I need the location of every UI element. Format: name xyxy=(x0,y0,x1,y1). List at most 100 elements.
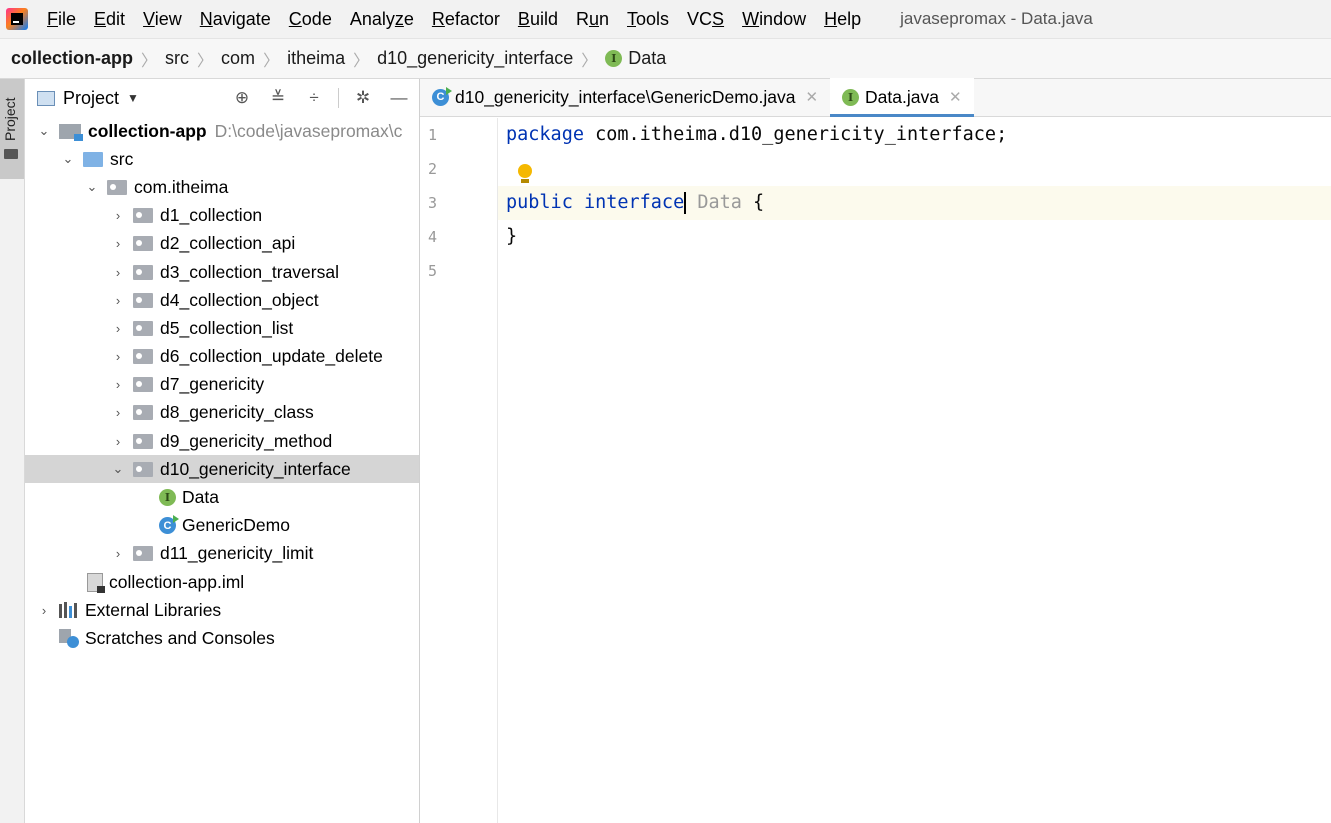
tree-item-folder[interactable]: › d6_collection_update_delete xyxy=(25,343,419,371)
project-tool-window-button[interactable]: Project xyxy=(0,79,24,179)
tree-item-folder-selected[interactable]: ⌄ d10_genericity_interface xyxy=(25,455,419,484)
close-icon[interactable]: ✕ xyxy=(949,88,962,106)
tree-item-file-genericdemo[interactable]: C GenericDemo xyxy=(25,512,419,540)
breadcrumb-item-data[interactable]: Data xyxy=(628,48,666,69)
locate-file-icon[interactable]: ⊕ xyxy=(230,86,254,110)
menu-bar: File Edit View Navigate Code Analyze Ref… xyxy=(0,0,1331,38)
line-number-gutter: 1 2 3 4 5 xyxy=(420,118,498,823)
code-line-current[interactable]: public interface Data { xyxy=(498,186,1331,220)
breadcrumb-item-itheima[interactable]: itheima xyxy=(287,48,345,69)
chevron-right-icon[interactable]: › xyxy=(111,349,125,364)
project-tree: ⌄ collection-app D:\code\javasepromax\c … xyxy=(25,117,419,653)
intellij-logo-icon xyxy=(6,8,28,30)
chevron-right-icon[interactable]: › xyxy=(111,405,125,420)
chevron-right-icon[interactable]: › xyxy=(111,434,125,449)
tree-item-folder[interactable]: › d11_genericity_limit xyxy=(25,540,419,568)
line-number: 5 xyxy=(428,262,438,280)
chevron-right-icon[interactable]: › xyxy=(111,208,125,223)
breadcrumb-separator-icon: 〉 xyxy=(263,52,280,70)
chevron-right-icon[interactable]: › xyxy=(37,603,51,618)
breadcrumb-item-com[interactable]: com xyxy=(221,48,255,69)
package-icon xyxy=(133,349,153,365)
hide-panel-icon[interactable]: — xyxy=(387,86,411,110)
code-line[interactable] xyxy=(498,152,1331,186)
package-icon xyxy=(133,405,153,421)
menu-run[interactable]: Run xyxy=(567,0,618,38)
close-icon[interactable]: ✕ xyxy=(805,88,818,106)
tree-item-external-libraries[interactable]: › External Libraries xyxy=(25,596,419,624)
menu-navigate[interactable]: Navigate xyxy=(191,0,280,38)
chevron-right-icon[interactable]: › xyxy=(111,377,125,392)
tree-item-label: com.itheima xyxy=(134,176,229,197)
breadcrumb-item-src[interactable]: src xyxy=(165,48,189,69)
editor-tab-bar: C d10_genericity_interface\GenericDemo.j… xyxy=(420,78,1331,117)
breadcrumb-item-project[interactable]: collection-app xyxy=(11,48,133,69)
tree-item-folder[interactable]: › d4_collection_object xyxy=(25,286,419,314)
tree-item-label: d1_collection xyxy=(160,205,263,226)
collapse-all-icon[interactable]: ÷ xyxy=(302,86,326,110)
project-tool-label: Project xyxy=(2,97,18,141)
code-text: com.itheima.d10_genericity_interface; xyxy=(583,124,1008,145)
project-view-selector[interactable]: Project xyxy=(63,88,119,109)
tree-item-folder[interactable]: › d2_collection_api xyxy=(25,230,419,258)
chevron-right-icon[interactable]: › xyxy=(111,265,125,280)
chevron-down-icon[interactable]: ▼ xyxy=(127,91,139,105)
menu-analyze[interactable]: Analyze xyxy=(341,0,423,38)
tree-item-folder[interactable]: › d7_genericity xyxy=(25,371,419,399)
package-icon xyxy=(133,546,153,562)
tree-item-package[interactable]: ⌄ com.itheima xyxy=(25,173,419,201)
chevron-right-icon[interactable]: › xyxy=(111,321,125,336)
menu-window[interactable]: Window xyxy=(733,0,815,38)
tree-item-root[interactable]: ⌄ collection-app D:\code\javasepromax\c xyxy=(25,117,419,145)
tree-item-label: d5_collection_list xyxy=(160,317,294,338)
menu-view[interactable]: View xyxy=(134,0,191,38)
tab-data[interactable]: I Data.java ✕ xyxy=(830,78,974,117)
code-area[interactable]: package com.itheima.d10_genericity_inter… xyxy=(498,118,1331,823)
breadcrumb-separator-icon: 〉 xyxy=(581,52,598,70)
tree-item-file-data[interactable]: I Data xyxy=(25,483,419,511)
tree-item-scratches[interactable]: Scratches and Consoles xyxy=(25,624,419,652)
code-line[interactable]: } xyxy=(498,220,1331,254)
menu-edit[interactable]: Edit xyxy=(85,0,134,38)
menu-tools[interactable]: Tools xyxy=(618,0,678,38)
menu-build[interactable]: Build xyxy=(509,0,567,38)
breadcrumb-item-package[interactable]: d10_genericity_interface xyxy=(377,48,573,69)
chevron-right-icon[interactable]: › xyxy=(111,293,125,308)
chevron-down-icon[interactable]: ⌄ xyxy=(85,179,99,195)
keyword: public xyxy=(506,192,573,213)
code-line[interactable]: package com.itheima.d10_genericity_inter… xyxy=(498,118,1331,152)
menu-help[interactable]: Help xyxy=(815,0,870,38)
tree-item-label: Data xyxy=(182,487,219,508)
chevron-down-icon[interactable]: ⌄ xyxy=(37,123,51,139)
menu-file[interactable]: File xyxy=(38,0,85,38)
chevron-down-icon[interactable]: ⌄ xyxy=(61,151,75,167)
package-icon xyxy=(133,461,153,477)
menu-refactor[interactable]: Refactor xyxy=(423,0,509,38)
tab-genericdemo[interactable]: C d10_genericity_interface\GenericDemo.j… xyxy=(420,78,830,116)
breadcrumb: collection-app 〉 src 〉 com 〉 itheima 〉 d… xyxy=(0,38,1331,79)
tree-item-folder[interactable]: › d8_genericity_class xyxy=(25,399,419,427)
lightbulb-icon[interactable] xyxy=(518,164,532,184)
chevron-right-icon[interactable]: › xyxy=(111,236,125,251)
breadcrumb-separator-icon: 〉 xyxy=(197,52,214,70)
expand-all-icon[interactable]: ≚ xyxy=(266,86,290,110)
tree-item-iml[interactable]: collection-app.iml xyxy=(25,568,419,596)
line-number: 1 xyxy=(428,126,438,144)
module-folder-icon xyxy=(59,123,83,141)
tree-item-label: d9_genericity_method xyxy=(160,430,333,451)
tab-label: Data.java xyxy=(865,86,939,107)
tree-item-label: collection-app.iml xyxy=(109,571,245,592)
menu-code[interactable]: Code xyxy=(280,0,341,38)
tree-item-src[interactable]: ⌄ src xyxy=(25,145,419,173)
code-line[interactable] xyxy=(498,254,1331,288)
menu-vcs[interactable]: VCS xyxy=(678,0,733,38)
tree-item-folder[interactable]: › d9_genericity_method xyxy=(25,427,419,455)
package-icon xyxy=(107,179,127,195)
gear-icon[interactable]: ✲ xyxy=(351,86,375,110)
tree-item-folder[interactable]: › d5_collection_list xyxy=(25,314,419,342)
tree-item-folder[interactable]: › d1_collection xyxy=(25,202,419,230)
project-panel-header: Project ▼ ⊕ ≚ ÷ ✲ — xyxy=(25,79,419,117)
chevron-down-icon[interactable]: ⌄ xyxy=(111,461,125,477)
tree-item-folder[interactable]: › d3_collection_traversal xyxy=(25,258,419,286)
chevron-right-icon[interactable]: › xyxy=(111,546,125,561)
